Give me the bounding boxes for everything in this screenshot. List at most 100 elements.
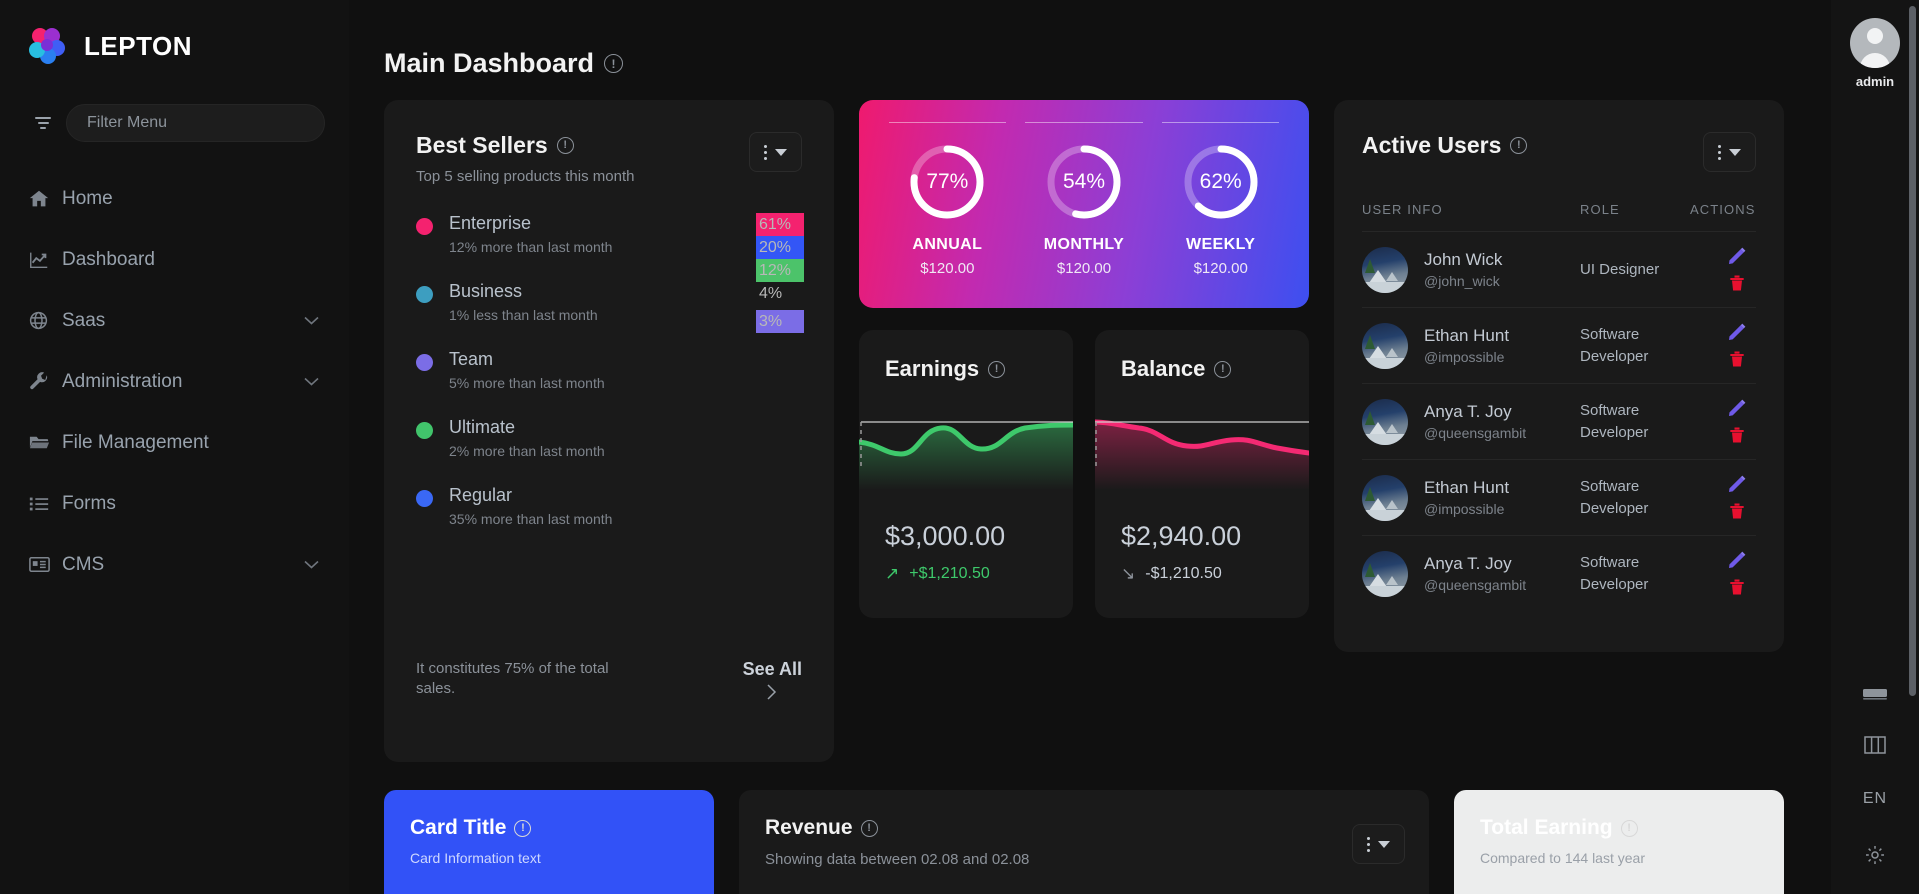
best-sellers-menu-button[interactable] [749,132,802,172]
filter-menu-row [0,104,349,142]
column-header-role: ROLE [1580,202,1620,217]
balance-change-value: -$1,210.50 [1145,565,1222,582]
table-row[interactable]: Ethan Hunt @impossible Software Develope… [1362,308,1756,384]
sidebar-item-home[interactable]: Home [0,168,349,229]
revenue-subtitle: Showing data between 02.08 and 02.08 [765,851,1030,868]
info-icon[interactable]: ! [514,819,532,837]
total-earning-subtitle: Compared to 144 last year [1480,850,1645,866]
scrollbar-thumb[interactable] [1909,6,1916,696]
active-users-menu-button[interactable] [1703,132,1756,172]
sidebar-item-dashboard[interactable]: Dashboard [0,229,349,290]
list-item[interactable]: Business 1% less than last month [416,281,802,323]
share-value: 61% [756,213,804,236]
page-scrollbar[interactable] [1909,6,1916,696]
pencil-icon[interactable] [1726,549,1748,571]
pencil-icon[interactable] [1726,245,1748,267]
language-icon[interactable]: EN [1863,790,1887,808]
info-icon[interactable]: ! [604,54,624,73]
kpi-label: WEEKLY [1185,236,1256,253]
balance-title-row: Balance ! [1121,356,1309,382]
list-item[interactable]: Ultimate 2% more than last month [416,417,802,459]
user-handle: @queensgambit [1424,425,1527,441]
card-title: Revenue [765,816,853,839]
row-actions [1690,397,1756,446]
trash-icon[interactable] [1726,500,1748,522]
product-name: Ultimate [449,417,516,437]
row-actions [1690,245,1756,294]
chevron-down-icon[interactable] [304,314,319,327]
filter-menu-input[interactable] [66,104,325,142]
product-name: Team [449,349,494,369]
info-icon[interactable]: ! [1620,819,1638,837]
active-users-header: Active Users ! [1362,132,1756,172]
info-icon[interactable]: ! [860,819,878,837]
user-avatar-icon[interactable] [1850,18,1900,68]
user-name: Anya T. Joy [1424,554,1512,573]
table-row[interactable]: John Wick @john_wick UI Designer [1362,232,1756,308]
sidebar-item-administration[interactable]: Administration [0,351,349,412]
pencil-icon[interactable] [1726,473,1748,495]
revenue-menu-button[interactable] [1352,824,1405,864]
info-icon[interactable]: ! [556,137,574,154]
kpi-percent: 77% [926,170,969,193]
card-title-row: Card Title ! [410,816,714,840]
list-item[interactable]: Enterprise 12% more than last month [416,213,802,255]
sidebar-item-cms[interactable]: CMS [0,534,349,595]
trash-icon[interactable] [1726,348,1748,370]
user-role: Software Developer [1580,477,1649,517]
user-name: John Wick [1424,250,1503,269]
card-title: Earnings [885,356,980,381]
rail-username: admin [1855,74,1895,89]
sidebar-item-forms[interactable]: Forms [0,473,349,534]
layout-columns-icon[interactable] [1864,736,1886,754]
trash-icon[interactable] [1726,424,1748,446]
list-item[interactable]: Regular 35% more than last month [416,485,802,527]
user-cell: John Wick @john_wick [1362,246,1580,293]
see-all-link[interactable]: See All [743,659,802,708]
row-actions [1690,549,1756,598]
card-title: Balance [1121,356,1206,381]
sidebar-item-label: Saas [62,309,106,331]
best-sellers-card: Best Sellers ! Top 5 selling products th… [384,100,834,762]
filter-icon[interactable] [32,112,54,134]
divider [888,122,1007,123]
info-icon[interactable]: ! [1510,137,1528,154]
info-icon[interactable]: ! [988,360,1006,378]
info-icon[interactable]: ! [1214,360,1232,378]
progress-ring: 62% [1182,143,1260,221]
chevron-down-icon[interactable] [304,375,319,388]
sidebar-item-file-management[interactable]: File Management [0,412,349,473]
gear-icon[interactable] [1864,844,1886,866]
table-row[interactable]: Anya T. Joy @queensgambit Software Devel… [1362,536,1756,611]
pencil-icon[interactable] [1726,397,1748,419]
table-row[interactable]: Ethan Hunt @impossible Software Develope… [1362,460,1756,536]
main-content: Main Dashboard ! Best Sellers ! Top 5 se… [349,0,1831,894]
kpi-amount: $120.00 [920,260,975,277]
chevron-down-icon[interactable] [304,558,319,571]
legend-dot [416,286,433,303]
list-item[interactable]: Team 5% more than last month [416,349,802,391]
legend-dot [416,490,433,507]
chevron-down-icon [1378,840,1390,848]
sidebar-item-label: File Management [62,431,209,453]
avatar [1362,398,1408,445]
user-role: UI Designer [1580,260,1660,278]
list-icon [28,493,62,515]
avatar [1362,246,1408,293]
active-users-card: Active Users ! USER INFO ROLE ACTIONS Jo… [1334,100,1784,652]
sidebar-item-saas[interactable]: Saas [0,290,349,351]
page-title-row: Main Dashboard ! [349,0,1831,79]
brand[interactable]: LEPTON [0,0,349,70]
globe-icon [28,310,62,331]
pencil-icon[interactable] [1726,321,1748,343]
wrench-icon [28,371,62,393]
product-name: Regular [449,485,513,505]
trash-icon[interactable] [1726,272,1748,294]
table-row[interactable]: Anya T. Joy @queensgambit Software Devel… [1362,384,1756,460]
sidebar-item-label: Administration [62,370,183,392]
theme-bar-icon[interactable] [1863,688,1887,700]
trash-icon[interactable] [1726,576,1748,598]
chevron-right-icon [743,682,802,708]
user-name: Ethan Hunt [1424,326,1510,345]
kpi-gradient-card: 77% ANNUAL $120.00 54% MONTHLY $120.00 6… [859,100,1309,308]
